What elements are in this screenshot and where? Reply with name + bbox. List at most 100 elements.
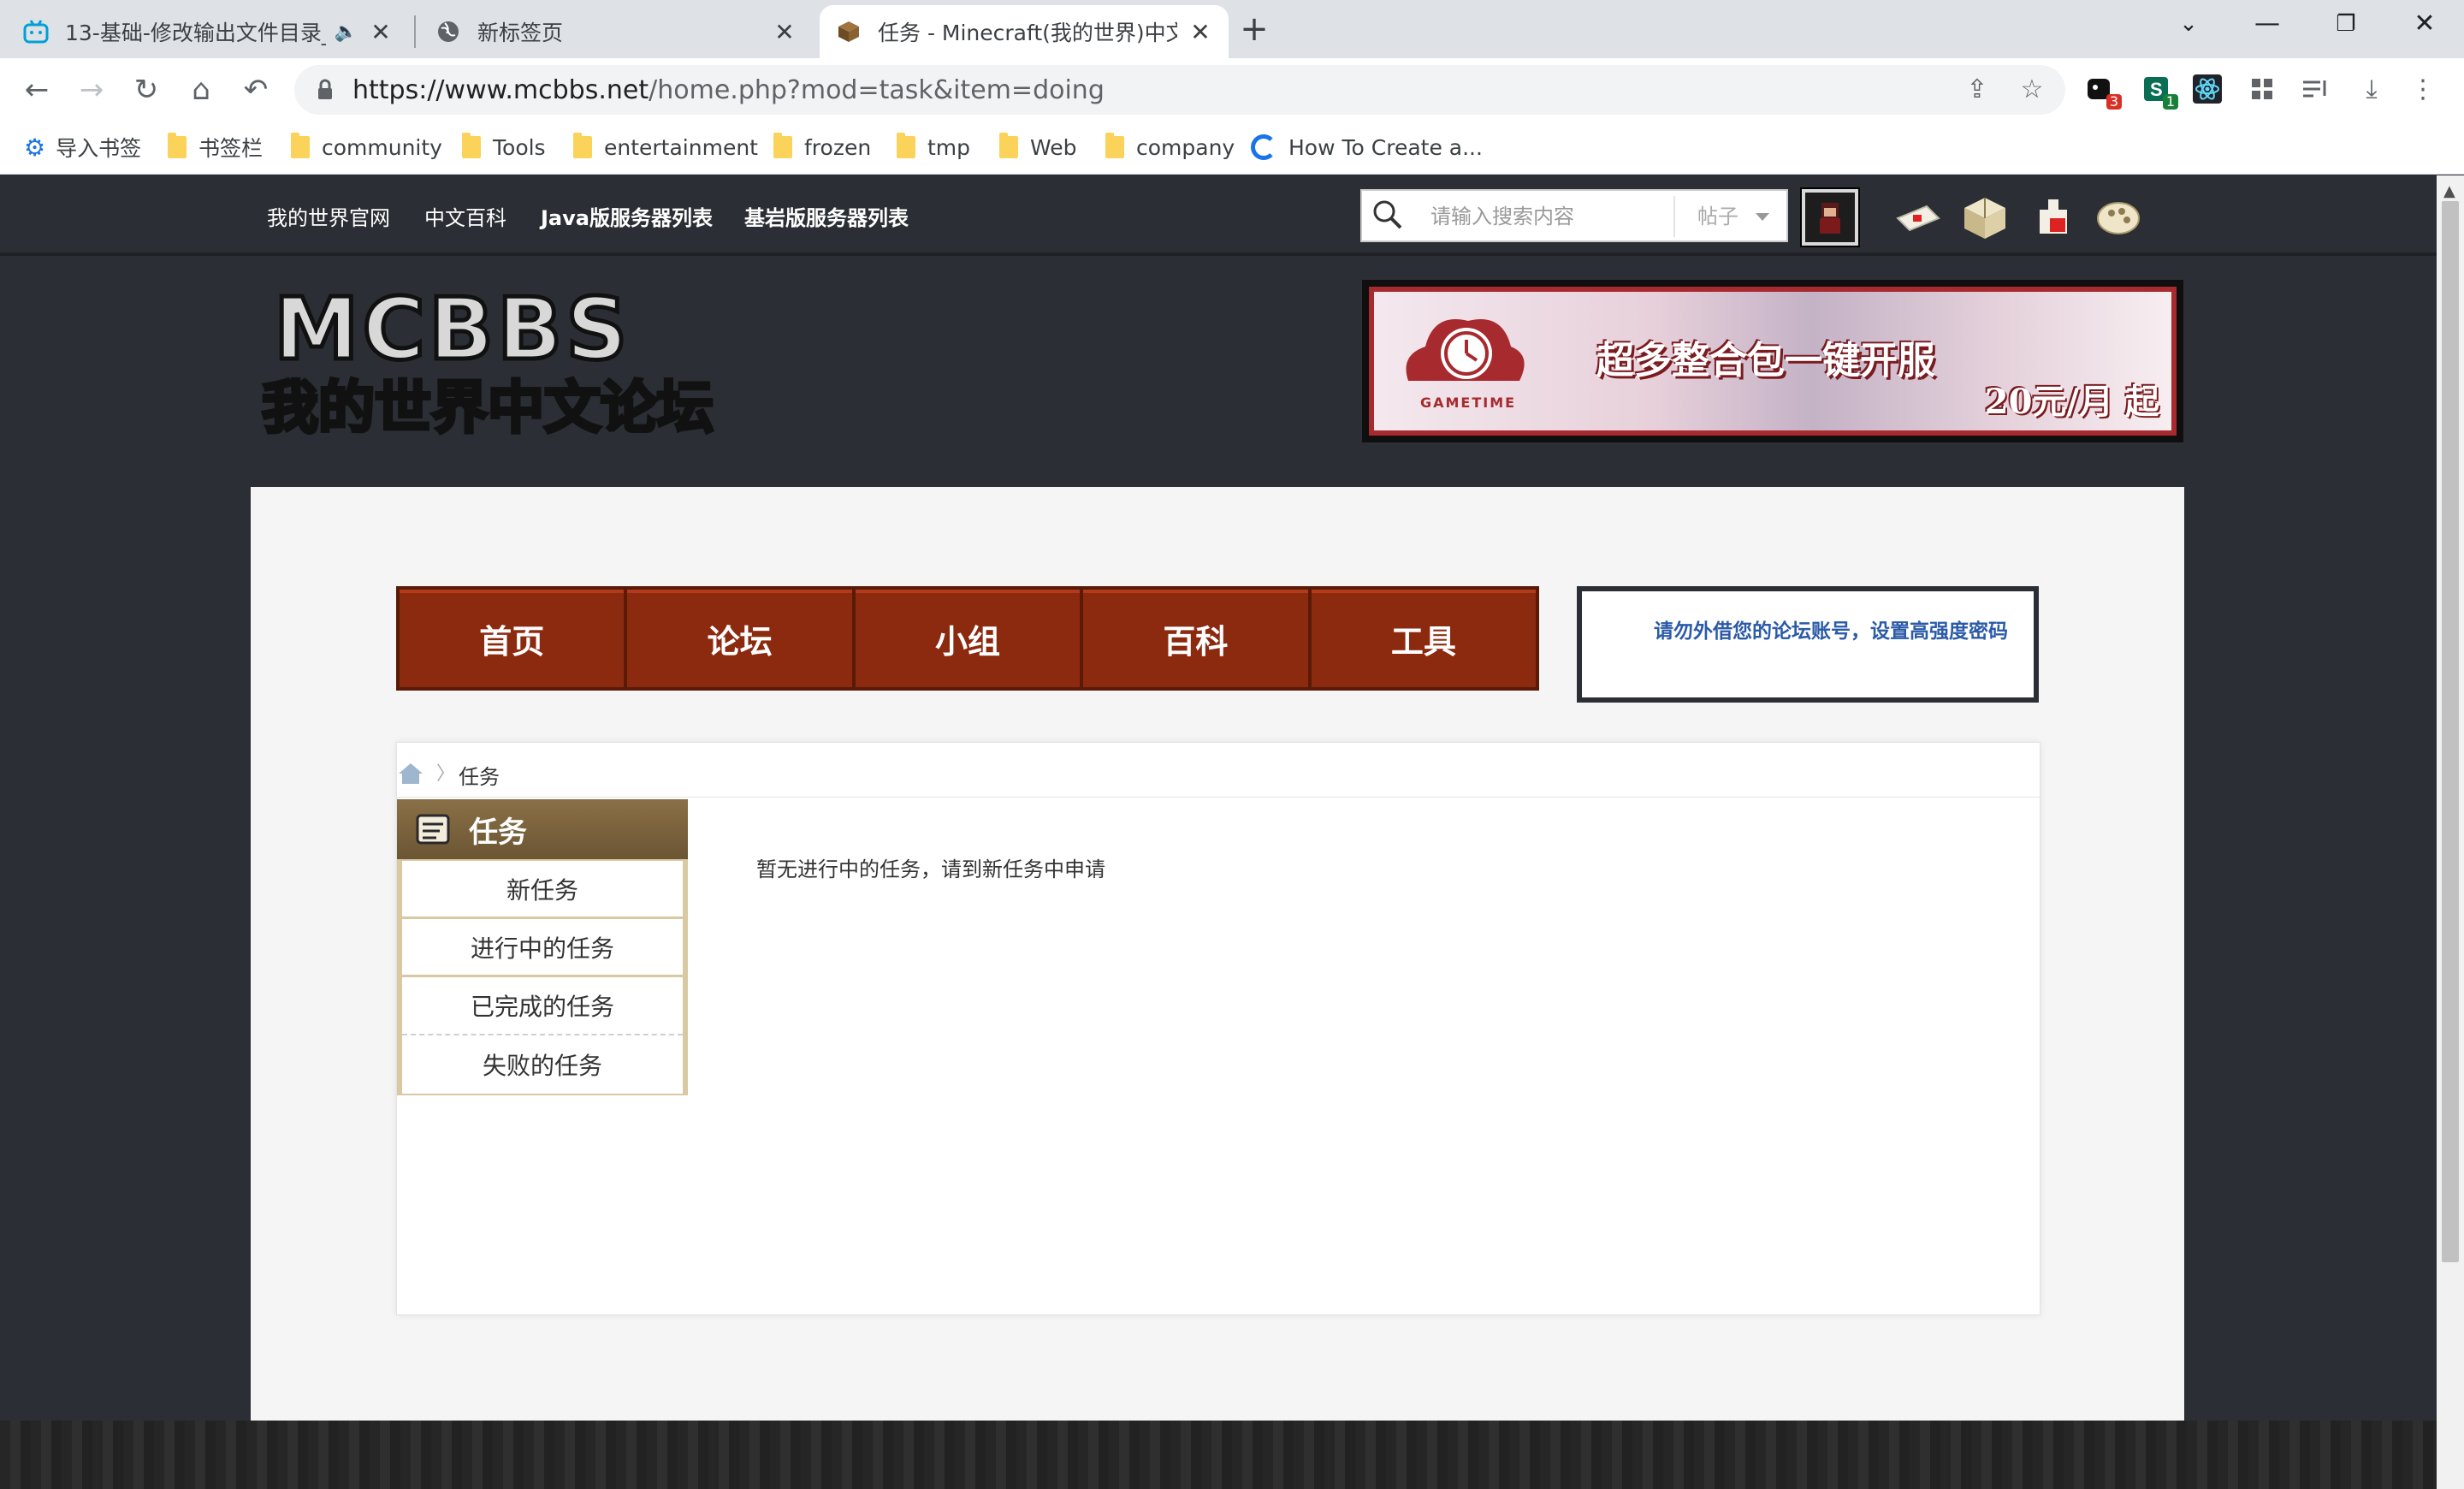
avatar[interactable] — [1802, 189, 1858, 246]
folder-icon — [773, 133, 792, 158]
close-icon[interactable]: ✕ — [1188, 18, 1213, 46]
bookmark-import[interactable]: ⚙ 导入书签 — [24, 130, 141, 164]
scroll-up-icon[interactable]: ▲ — [2443, 182, 2455, 200]
restore-button[interactable]: ❐ — [2320, 7, 2372, 41]
url-text[interactable]: https://www.mcbbs.net/home.php?mod=task&… — [352, 75, 1105, 105]
main-nav-wiki[interactable]: 百科 — [1083, 590, 1312, 687]
search-scope-value: 帖子 — [1697, 205, 1738, 228]
folder-icon — [897, 133, 915, 158]
forward-button[interactable]: → — [72, 70, 111, 110]
bookmark-folder[interactable]: entertainment — [573, 130, 758, 164]
bookmark-folder[interactable]: 书签栏 — [168, 130, 263, 164]
folder-icon — [168, 133, 187, 158]
bookmarks-bar: ⚙ 导入书签 书签栏 community Tools entertainment … — [0, 122, 2464, 175]
back-button[interactable]: ← — [17, 70, 56, 110]
main-nav: 首页 论坛 小组 百科 工具 — [396, 586, 1539, 691]
bookmark-label: Tools — [493, 134, 546, 160]
bookmark-label: company — [1136, 134, 1235, 160]
site-top-nav: 我的世界官网 中文百科 Java版服务器列表 基岩版服务器列表 请输入搜索内容 … — [0, 175, 2437, 256]
audio-icon[interactable]: 🔈 — [335, 21, 358, 43]
tab-search-chevron-icon[interactable]: ⌄ — [2163, 7, 2214, 41]
menu-kebab-icon[interactable]: ⋮ — [2406, 72, 2440, 106]
chevron-down-icon — [1756, 213, 1769, 221]
sidebar-item-new-tasks[interactable]: 新任务 — [402, 861, 683, 919]
download-icon[interactable]: ⤓ — [2354, 72, 2389, 106]
reading-list-icon[interactable] — [2298, 72, 2332, 106]
bookmark-label: frozen — [804, 134, 872, 160]
reload-button[interactable]: ↻ — [127, 70, 166, 110]
search-scope-select[interactable]: 帖子 — [1687, 196, 1783, 237]
site-header: MCBBS 我的世界中文论坛 GAMETIME 超多整合包一键开服 20元/月 … — [0, 256, 2437, 487]
message-icon[interactable] — [1892, 193, 1944, 244]
bookmark-folder[interactable]: frozen — [773, 130, 871, 164]
chevron-right-icon: 〉 — [436, 763, 456, 785]
home-button[interactable]: ⌂ — [181, 70, 221, 110]
crafting-table-icon[interactable] — [1959, 193, 2011, 244]
main-nav-home[interactable]: 首页 — [400, 590, 628, 687]
scrollbar-thumb[interactable] — [2442, 201, 2459, 1262]
security-notice: 请勿外借您的论坛账号，设置高强度密码 — [1577, 586, 2039, 703]
globe-icon — [435, 18, 462, 45]
gear-icon: ⚙ — [24, 133, 46, 162]
lock-icon — [318, 79, 332, 99]
bookmark-label: tmp — [927, 134, 971, 160]
page-scrollbar[interactable]: ▲ — [2437, 175, 2464, 1489]
folder-icon — [573, 133, 592, 158]
nav-link-java-servers[interactable]: Java版服务器列表 — [541, 201, 713, 231]
main-nav-groups[interactable]: 小组 — [856, 590, 1084, 687]
bookmark-star-icon[interactable]: ☆ — [2017, 75, 2046, 104]
potion-icon[interactable] — [2028, 193, 2079, 244]
bookmark-folder[interactable]: community — [291, 130, 442, 164]
home-icon[interactable] — [397, 762, 424, 786]
ad-banner[interactable]: GAMETIME 超多整合包一键开服 20元/月 起 — [1362, 280, 2183, 442]
search-input[interactable]: 请输入搜索内容 — [1419, 196, 1675, 237]
sidebar-item-failed-tasks[interactable]: 失败的任务 — [402, 1035, 683, 1094]
nav-link-wiki[interactable]: 中文百科 — [424, 201, 506, 231]
ad-headline: 超多整合包一键开服 — [1596, 339, 1935, 383]
extensions-grid-icon[interactable] — [2245, 72, 2279, 106]
mcbbs-logo[interactable]: MCBBS 我的世界中文论坛 — [257, 282, 719, 444]
tab-mcbbs-task[interactable]: 任务 - Minecraft(我的世界)中文 ✕ — [820, 5, 1229, 58]
undo-button[interactable]: ↶ — [236, 70, 275, 110]
bookmark-label: entertainment — [604, 134, 758, 160]
sidebar-item-done-tasks[interactable]: 已完成的任务 — [402, 977, 683, 1035]
extension-1-icon[interactable]: 3 — [2082, 72, 2122, 110]
svg-text:MCBBS: MCBBS — [274, 282, 631, 379]
bookmark-folder[interactable]: tmp — [897, 130, 970, 164]
notice-text[interactable]: 请勿外借您的论坛账号，设置高强度密码 — [1654, 619, 2013, 644]
url-path: /home.php?mod=task&item=doing — [649, 75, 1105, 105]
address-bar-row: ← → ↻ ⌂ ↶ https://www.mcbbs.net/home.php… — [0, 58, 2464, 122]
nav-link-official[interactable]: 我的世界官网 — [267, 201, 390, 231]
content-card: 首页 论坛 小组 百科 工具 请勿外借您的论坛账号，设置高强度密码 〉 任务 任… — [251, 487, 2184, 1489]
ad-brand: GAMETIME — [1419, 394, 1517, 411]
folder-icon — [462, 133, 481, 158]
bookmark-label: community — [322, 134, 442, 160]
close-icon[interactable]: ✕ — [772, 18, 797, 46]
share-icon[interactable]: ⇪ — [1963, 75, 1992, 104]
sidebar-item-doing-tasks[interactable]: 进行中的任务 — [402, 919, 683, 977]
bookmark-folder[interactable]: Web — [999, 130, 1077, 164]
omnibox[interactable]: https://www.mcbbs.net/home.php?mod=task&… — [294, 65, 2065, 115]
window-close-button[interactable]: ✕ — [2399, 7, 2450, 41]
main-nav-forum[interactable]: 论坛 — [627, 590, 856, 687]
tab-new-tab[interactable]: 新标签页 ✕ — [419, 5, 813, 58]
task-sidebar: 任务 新任务 进行中的任务 已完成的任务 失败的任务 — [397, 799, 688, 1095]
bookmark-label: 书签栏 — [198, 136, 264, 161]
page-viewport: 我的世界官网 中文百科 Java版服务器列表 基岩版服务器列表 请输入搜索内容 … — [0, 175, 2437, 1489]
close-icon[interactable]: ✕ — [368, 18, 394, 46]
search-icon[interactable] — [1372, 199, 1403, 230]
extension-badge: 3 — [2106, 94, 2122, 110]
new-tab-button[interactable]: + — [1237, 12, 1271, 46]
tab-bilibili[interactable]: 13-基础-修改输出文件目录_ 🔈 ✕ — [7, 5, 409, 58]
bookmark-folder[interactable]: Tools — [462, 130, 546, 164]
bookmark-folder[interactable]: company — [1105, 130, 1235, 164]
browser-tab-bar: 13-基础-修改输出文件目录_ 🔈 ✕ 新标签页 ✕ 任务 - Minecraf… — [0, 0, 2464, 58]
palette-icon[interactable] — [2093, 193, 2144, 244]
site-search: 请输入搜索内容 帖子 — [1360, 189, 1788, 242]
minimize-button[interactable]: — — [2242, 7, 2293, 41]
react-devtools-icon[interactable] — [2190, 72, 2224, 106]
bookmark-link[interactable]: How To Create a... — [1251, 130, 1483, 164]
extension-2-icon[interactable]: S 1 — [2139, 72, 2178, 110]
main-nav-tools[interactable]: 工具 — [1312, 590, 1536, 687]
nav-link-bedrock-servers[interactable]: 基岩版服务器列表 — [744, 201, 909, 231]
